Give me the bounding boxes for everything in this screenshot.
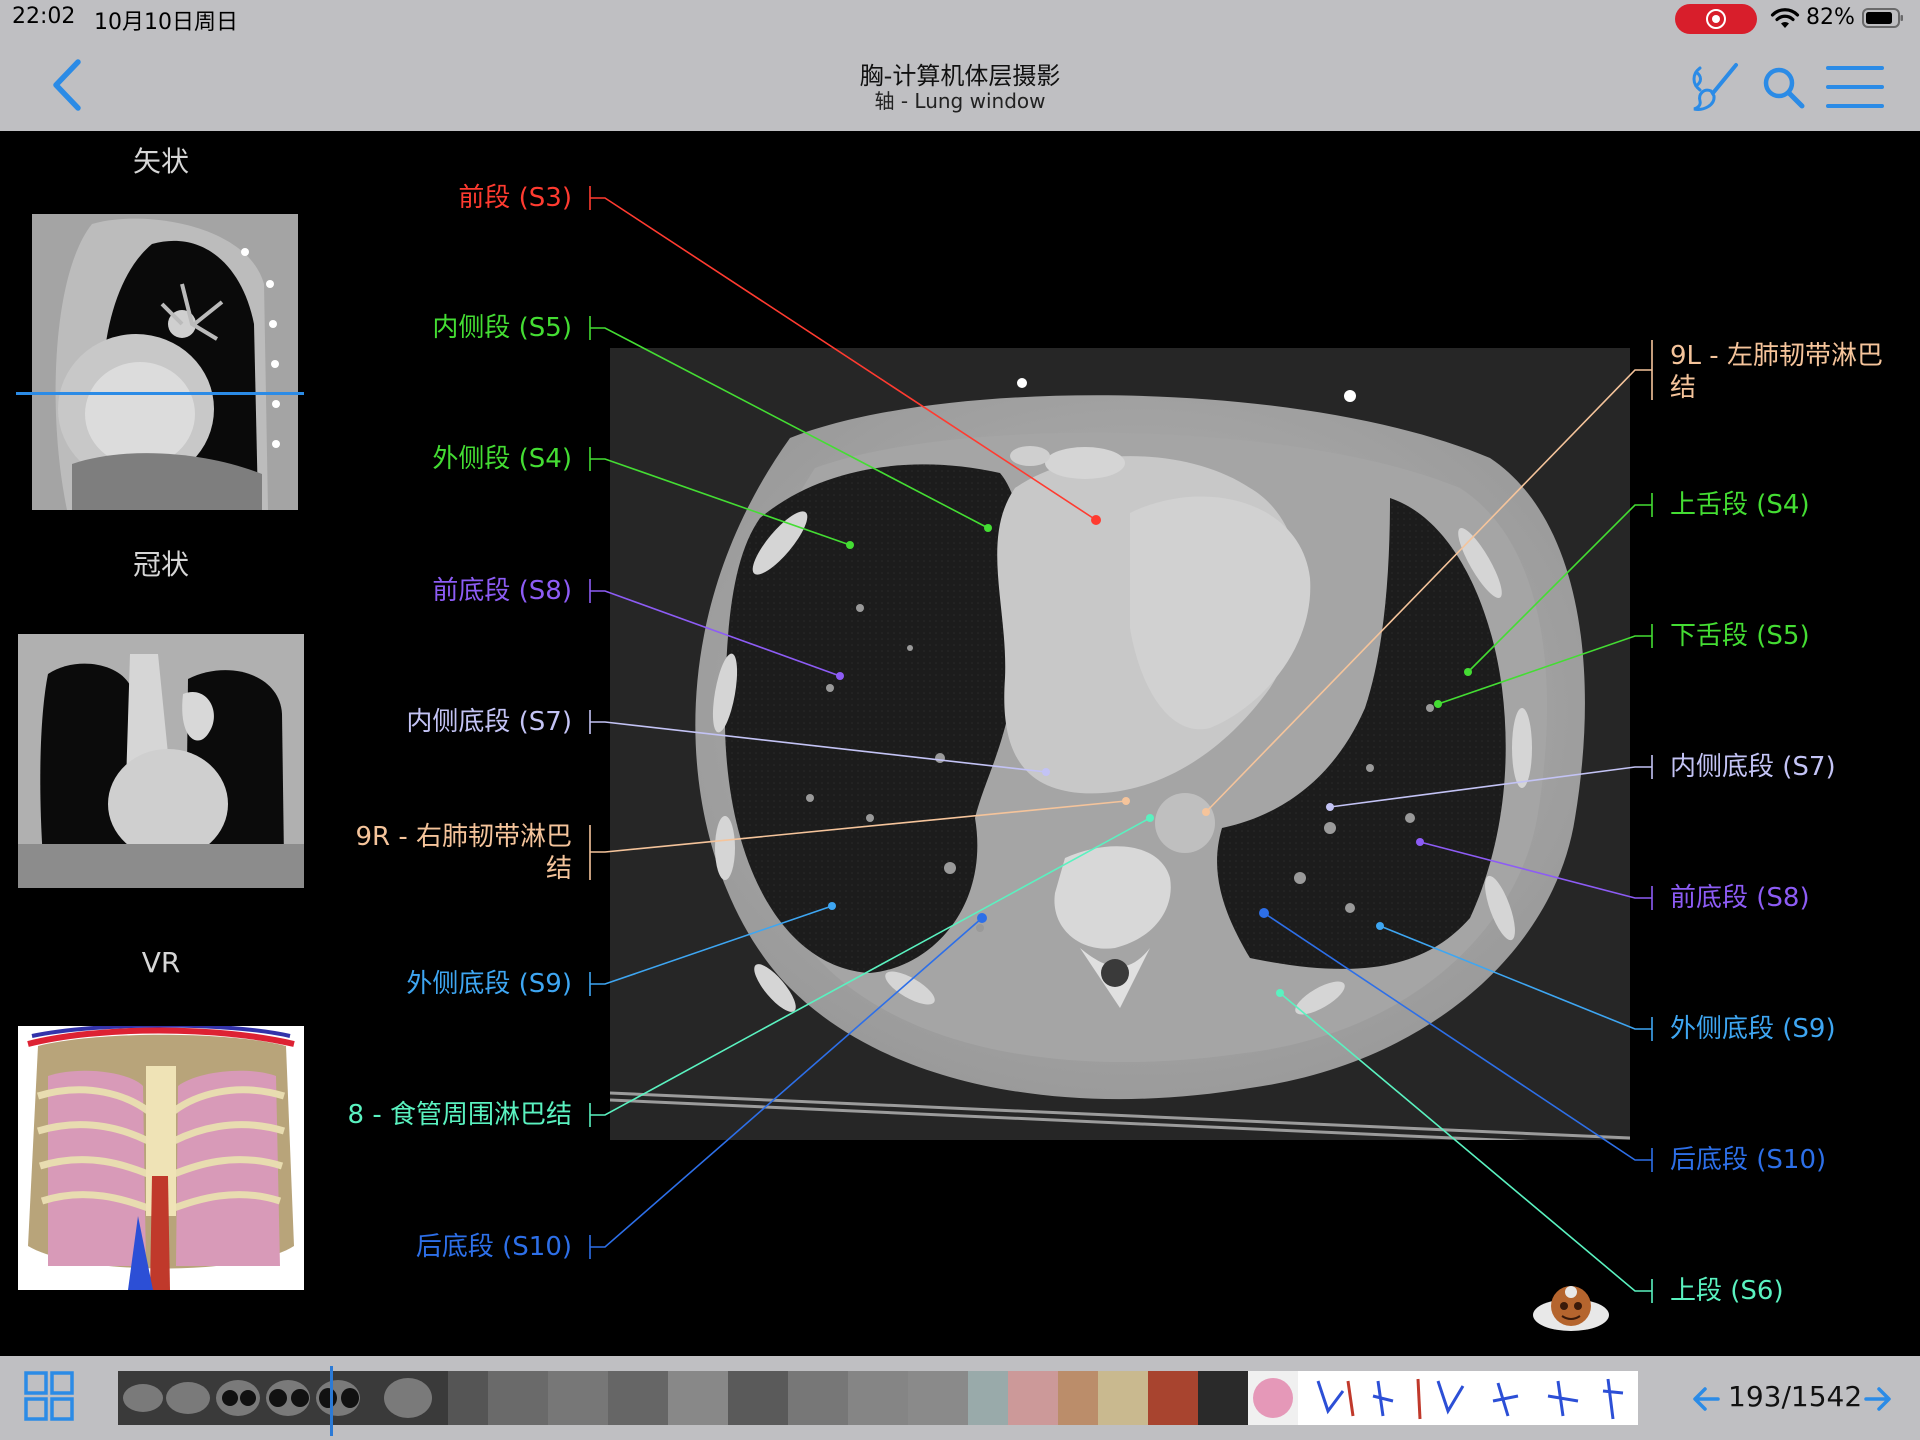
battery-percent: 82% [1806, 5, 1855, 30]
label-9r-node[interactable]: 9R - 右肺韧带淋巴 结 [355, 821, 572, 885]
vr-thumbnail[interactable] [18, 1026, 304, 1290]
label-9l-node-line2: 结 [1670, 373, 1697, 403]
ct-axial-image[interactable] [610, 348, 1630, 1140]
filmstrip-thumbnails [118, 1371, 1638, 1425]
bottom-bar: 193/1542 [0, 1356, 1920, 1440]
label-medial-basal-s7-left[interactable]: 内侧底段 (S7) [1670, 751, 1836, 783]
label-medial-segment-s5[interactable]: 内侧段 (S5) [432, 312, 572, 344]
coronal-thumbnail[interactable] [18, 634, 304, 888]
label-9r-node-line1: 9R - 右肺韧带淋巴 [355, 822, 572, 852]
top-bar: 22:02 10月10日周日 82% 胸-计算机体层摄影 轴 - Lung wi… [0, 0, 1920, 131]
slice-counter: 193/1542 [1728, 1380, 1863, 1413]
label-posterior-basal-s10[interactable]: 后底段 (S10) [416, 1231, 572, 1263]
label-anterior-segment-s3[interactable]: 前段 (S3) [458, 182, 572, 214]
label-9l-node-line1: 9L - 左肺韧带淋巴 [1670, 341, 1883, 371]
label-9l-node[interactable]: 9L - 左肺韧带淋巴 结 [1670, 340, 1883, 404]
screen-recording-indicator[interactable] [1675, 4, 1757, 34]
previous-arrow-icon[interactable] [1692, 1384, 1722, 1414]
label-anterior-basal-s8-left[interactable]: 前底段 (S8) [1670, 882, 1810, 914]
coronal-scan-image [18, 634, 304, 888]
filmstrip-position-cursor[interactable] [330, 1366, 333, 1436]
slice-position-line[interactable] [16, 392, 304, 396]
label-superior-lingular-s4[interactable]: 上舌段 (S4) [1670, 489, 1810, 521]
status-time: 22:02 [12, 4, 76, 29]
label-posterior-basal-s10-left[interactable]: 后底段 (S10) [1670, 1144, 1826, 1176]
page-subtitle: 轴 - Lung window [874, 89, 1046, 113]
label-lateral-basal-s9[interactable]: 外侧底段 (S9) [406, 968, 572, 1000]
label-superior-segment-s6[interactable]: 上段 (S6) [1670, 1275, 1784, 1307]
search-icon[interactable] [1760, 64, 1806, 110]
mascot-logo [1533, 1286, 1609, 1331]
label-inferior-lingular-s5[interactable]: 下舌段 (S5) [1670, 620, 1810, 652]
label-anterior-basal-s8[interactable]: 前底段 (S8) [432, 575, 572, 607]
vr-render-image [18, 1026, 304, 1290]
view-label-vr: VR [141, 946, 181, 979]
wifi-icon [1770, 8, 1800, 28]
brush-icon[interactable] [1688, 60, 1742, 114]
status-date: 10月10日周日 [94, 10, 238, 35]
label-9r-node-line2: 结 [545, 854, 572, 884]
label-lateral-basal-s9-left[interactable]: 外侧底段 (S9) [1670, 1013, 1836, 1045]
sagittal-thumbnail[interactable] [32, 214, 298, 510]
next-arrow-icon[interactable] [1862, 1384, 1892, 1414]
battery-icon [1862, 8, 1903, 28]
view-label-coronal: 冠状 [132, 548, 189, 581]
view-label-sagittal: 矢状 [132, 145, 189, 178]
grid-view-icon[interactable] [24, 1371, 74, 1421]
record-icon [1706, 9, 1726, 29]
label-medial-basal-s7[interactable]: 内侧底段 (S7) [406, 706, 572, 738]
label-lateral-segment-s4[interactable]: 外侧段 (S4) [432, 443, 572, 475]
series-filmstrip[interactable] [118, 1371, 1638, 1425]
label-8-paraesophageal-node[interactable]: 8 - 食管周围淋巴结 [348, 1099, 572, 1131]
back-icon[interactable] [48, 58, 88, 112]
menu-icon[interactable] [1824, 62, 1886, 112]
sagittal-scan-image [32, 214, 298, 510]
